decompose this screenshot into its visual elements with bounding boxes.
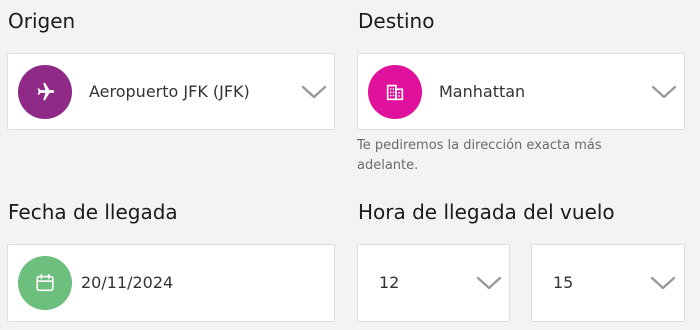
arrival-time-label: Hora de llegada del vuelo: [358, 200, 615, 224]
origin-value: Aeropuerto JFK (JFK): [89, 82, 250, 101]
chevron-down-icon: [476, 276, 502, 290]
arrival-minute-select[interactable]: 15: [531, 244, 685, 322]
destination-icon-badge: [368, 65, 422, 119]
destination-select[interactable]: Manhattan: [357, 53, 685, 130]
destination-value: Manhattan: [439, 82, 526, 101]
chevron-down-icon: [650, 276, 676, 290]
arrival-minute-value: 15: [553, 273, 574, 292]
origin-icon-badge: [18, 65, 72, 119]
calendar-icon: [36, 273, 54, 292]
chevron-down-icon: [301, 85, 327, 99]
building-icon: [386, 84, 404, 101]
origin-select[interactable]: Aeropuerto JFK (JFK): [7, 53, 335, 130]
destination-label: Destino: [358, 9, 435, 33]
destination-hint: Te pediremos la dirección exacta más ade…: [357, 138, 602, 173]
arrival-hour-select[interactable]: 12: [357, 244, 510, 322]
arrival-hour-value: 12: [379, 273, 400, 292]
arrival-date-value: 20/11/2024: [81, 273, 174, 292]
arrival-date-icon-badge: [18, 256, 72, 310]
arrival-date-label: Fecha de llegada: [8, 200, 178, 224]
chevron-down-icon: [651, 85, 677, 99]
arrival-date-picker[interactable]: 20/11/2024: [7, 244, 335, 322]
origin-label: Origen: [8, 9, 76, 33]
airplane-icon: [37, 82, 55, 101]
